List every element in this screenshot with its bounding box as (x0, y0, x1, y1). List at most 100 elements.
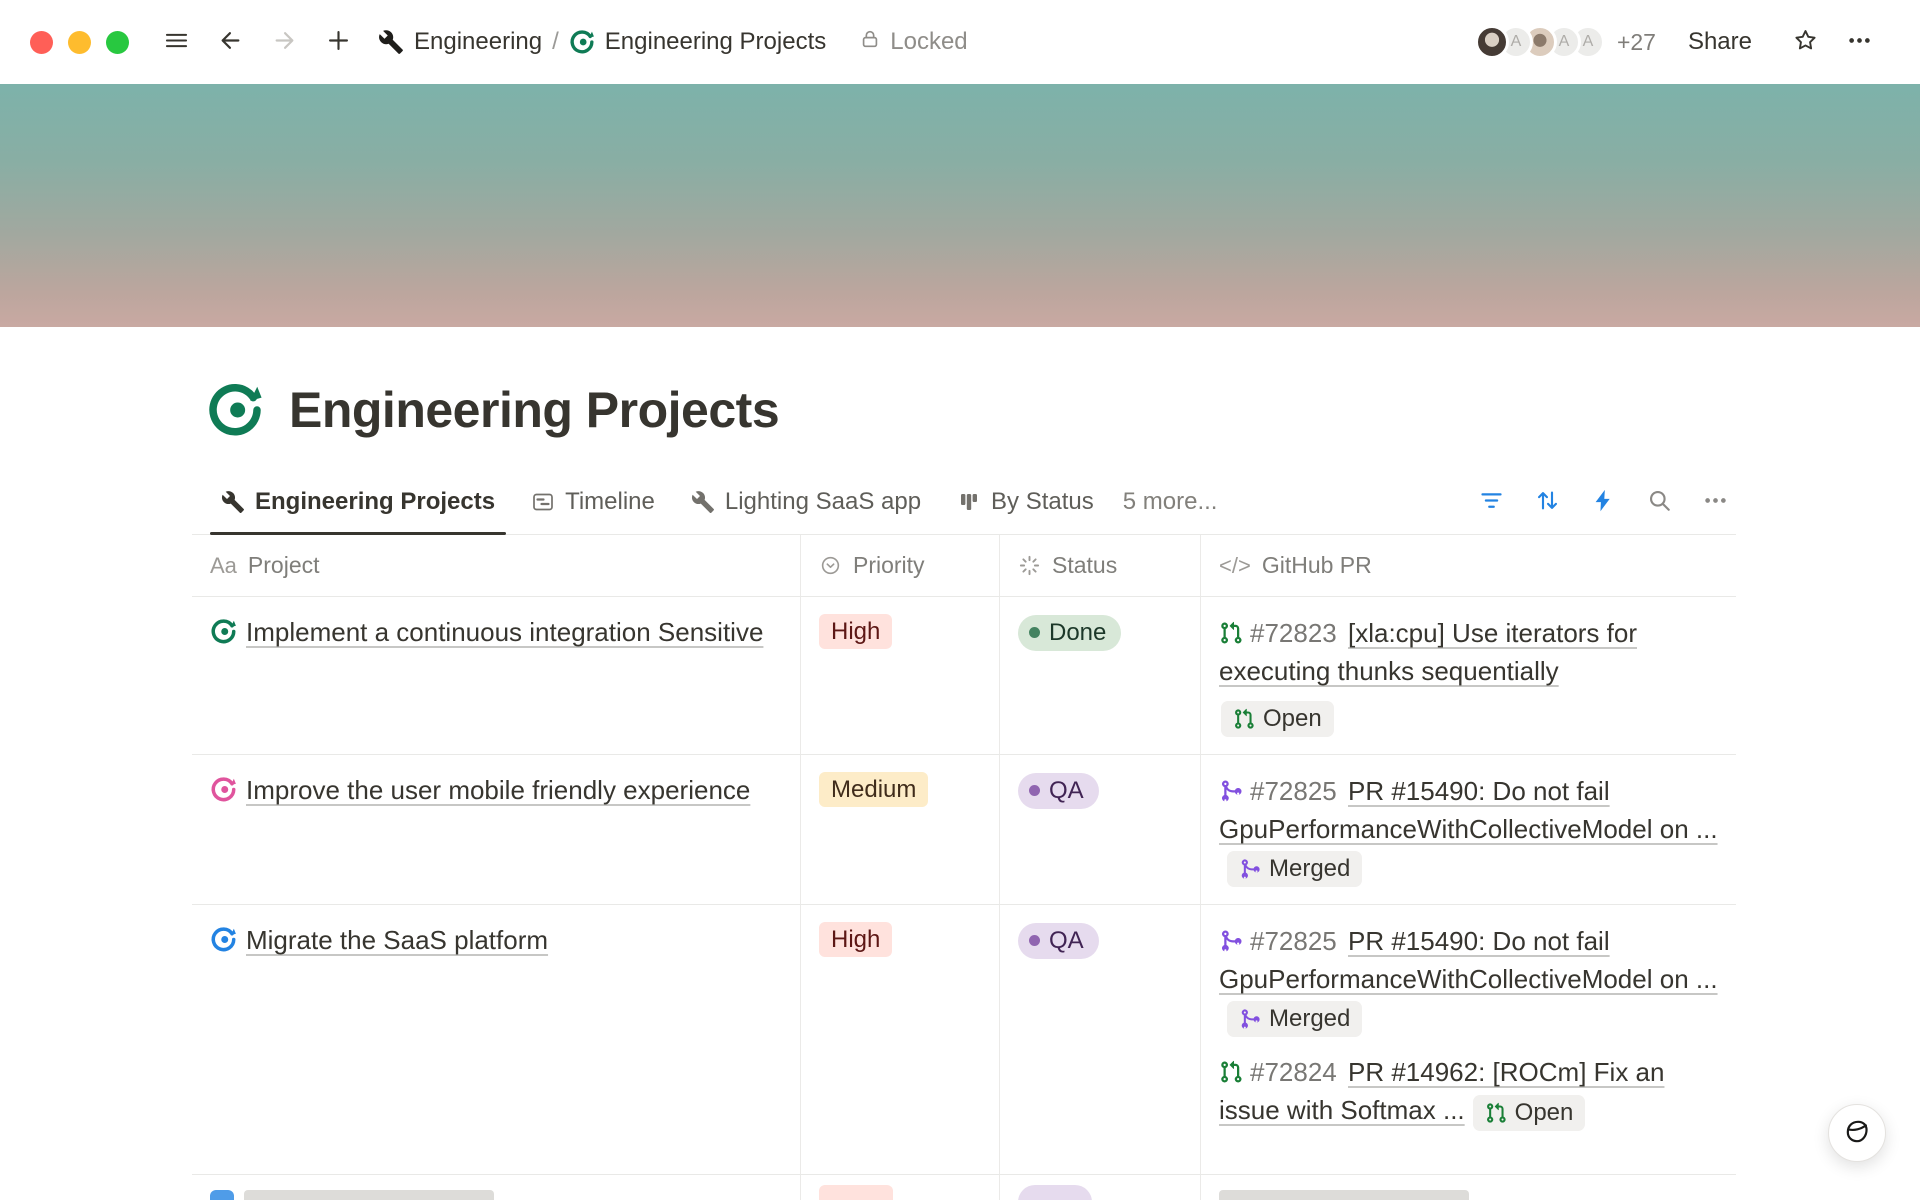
filter-button[interactable] (1470, 481, 1512, 523)
filter-icon (1478, 487, 1505, 517)
github-pr-mention[interactable]: #72823 [xla:cpu] Use iterators for execu… (1219, 614, 1718, 690)
collaborator-avatars[interactable]: A A A (1475, 25, 1605, 59)
pr-number: #72823 (1250, 618, 1337, 648)
pr-number: #72825 (1250, 776, 1337, 806)
column-header-github-pr[interactable]: </> GitHub PR (1200, 535, 1736, 596)
status-dot (1029, 785, 1040, 796)
column-label: Priority (853, 552, 925, 579)
table-row: Migrate the SaaS platform High QA #72825… (192, 905, 1736, 1175)
page-cover[interactable] (0, 84, 1920, 327)
code-property-icon: </> (1219, 553, 1251, 579)
board-icon (957, 490, 981, 514)
page-icon[interactable] (206, 381, 264, 439)
share-button[interactable]: Share (1682, 27, 1758, 57)
minimize-window-button[interactable] (68, 31, 91, 54)
status-tag[interactable]: QA (1018, 923, 1099, 959)
status-label: Done (1049, 615, 1106, 651)
back-button[interactable] (207, 19, 253, 65)
status-property-icon (1018, 554, 1041, 577)
notion-ai-face-icon (1842, 1116, 1873, 1150)
view-tab-label: Timeline (565, 488, 655, 516)
projects-table: Aa Project Priority Status </> GitHub PR (192, 535, 1736, 1200)
column-label: Project (248, 552, 320, 579)
sort-button[interactable] (1526, 481, 1568, 523)
project-page-icon (210, 926, 237, 953)
github-pr-mention[interactable]: #72824 PR #14962: [ROCm] Fix an issue wi… (1219, 1053, 1718, 1130)
breadcrumb-item-engineering[interactable]: Engineering (369, 23, 551, 61)
priority-cell[interactable]: High (800, 597, 999, 754)
status-cell[interactable]: QA (999, 905, 1200, 1174)
github-pr-cell[interactable]: #72825 PR #15490: Do not fail GpuPerform… (1200, 755, 1736, 904)
more-views-link[interactable]: 5 more... (1123, 488, 1218, 516)
view-tab-engineering-projects[interactable]: Engineering Projects (208, 469, 508, 534)
pr-status-label: Merged (1269, 1001, 1350, 1037)
page-more-button[interactable] (1836, 19, 1882, 65)
priority-tag[interactable]: High (819, 922, 892, 957)
locked-indicator[interactable]: Locked (859, 28, 967, 57)
view-tab-by-status[interactable]: By Status (944, 469, 1107, 534)
status-cell[interactable]: Done (999, 597, 1200, 754)
project-cell[interactable]: Implement a continuous integration Sensi… (192, 597, 800, 754)
status-tag[interactable]: QA (1018, 773, 1099, 809)
github-pr-cell[interactable]: #72823 [xla:cpu] Use iterators for execu… (1200, 597, 1736, 754)
star-icon (1792, 27, 1819, 57)
column-header-status[interactable]: Status (999, 535, 1200, 596)
breadcrumb-separator: / (552, 28, 559, 56)
pr-number: #72824 (1250, 1057, 1337, 1087)
select-property-icon (819, 554, 842, 577)
git-pull-request-open-icon (1219, 621, 1243, 645)
priority-cell (800, 1175, 999, 1200)
column-label: Status (1052, 552, 1117, 579)
pr-status-badge: Open (1221, 701, 1334, 737)
avatar-overflow-count[interactable]: +27 (1617, 29, 1656, 56)
project-title-fragment (244, 1190, 494, 1200)
project-page-link[interactable]: Migrate the SaaS platform (210, 925, 548, 955)
project-page-icon (210, 1190, 234, 1200)
lock-icon (859, 28, 881, 57)
status-tag[interactable]: Done (1018, 615, 1121, 651)
github-pr-cell[interactable]: #72825 PR #15490: Do not fail GpuPerform… (1200, 905, 1736, 1174)
forward-button[interactable] (261, 19, 307, 65)
priority-tag[interactable]: Medium (819, 772, 928, 807)
breadcrumb-item-engineering-projects[interactable]: Engineering Projects (560, 23, 835, 61)
forward-arrow-icon (271, 27, 298, 57)
search-button[interactable] (1638, 481, 1680, 523)
back-arrow-icon (217, 27, 244, 57)
pr-status-label: Open (1515, 1095, 1574, 1131)
project-cell[interactable]: Migrate the SaaS platform (192, 905, 800, 1174)
automations-button[interactable] (1582, 481, 1624, 523)
project-page-link[interactable]: Implement a continuous integration Sensi… (210, 617, 763, 647)
notion-ai-button[interactable] (1828, 1104, 1886, 1162)
status-cell[interactable]: QA (999, 755, 1200, 904)
new-page-button[interactable] (315, 19, 361, 65)
view-tab-timeline[interactable]: Timeline (518, 469, 668, 534)
view-tabs: Engineering Projects Timeline Lighting S… (208, 469, 1107, 534)
favorite-button[interactable] (1782, 19, 1828, 65)
window-topbar: Engineering / Engineering Projects Locke… (0, 0, 1920, 84)
priority-cell[interactable]: High (800, 905, 999, 1174)
view-tab-lighting-saas-app[interactable]: Lighting SaaS app (678, 469, 934, 534)
fullscreen-window-button[interactable] (106, 31, 129, 54)
view-more-button[interactable] (1694, 481, 1736, 523)
close-window-button[interactable] (30, 31, 53, 54)
table-header-row: Aa Project Priority Status </> GitHub PR (192, 535, 1736, 597)
pr-status-label: Merged (1269, 851, 1350, 887)
sidebar-toggle-button[interactable] (153, 19, 199, 65)
column-header-project[interactable]: Aa Project (192, 535, 800, 596)
page-title[interactable]: Engineering Projects (289, 381, 779, 439)
status-tag-fragment (1018, 1185, 1092, 1200)
plus-icon (325, 27, 352, 57)
github-pr-mention[interactable]: #72825 PR #15490: Do not fail GpuPerform… (1219, 922, 1718, 1037)
avatar[interactable] (1475, 25, 1509, 59)
column-header-priority[interactable]: Priority (800, 535, 999, 596)
priority-tag[interactable]: High (819, 614, 892, 649)
priority-tag-fragment (819, 1185, 893, 1200)
github-pr-mention[interactable]: #72825 PR #15490: Do not fail GpuPerform… (1219, 772, 1718, 887)
page-logo-icon (569, 29, 595, 55)
project-page-link[interactable]: Improve the user mobile friendly experie… (210, 775, 750, 805)
page-content: Engineering Projects Engineering Project… (0, 381, 1920, 1200)
search-icon (1646, 487, 1673, 517)
git-merge-icon (1239, 1008, 1261, 1030)
project-cell[interactable]: Improve the user mobile friendly experie… (192, 755, 800, 904)
priority-cell[interactable]: Medium (800, 755, 999, 904)
